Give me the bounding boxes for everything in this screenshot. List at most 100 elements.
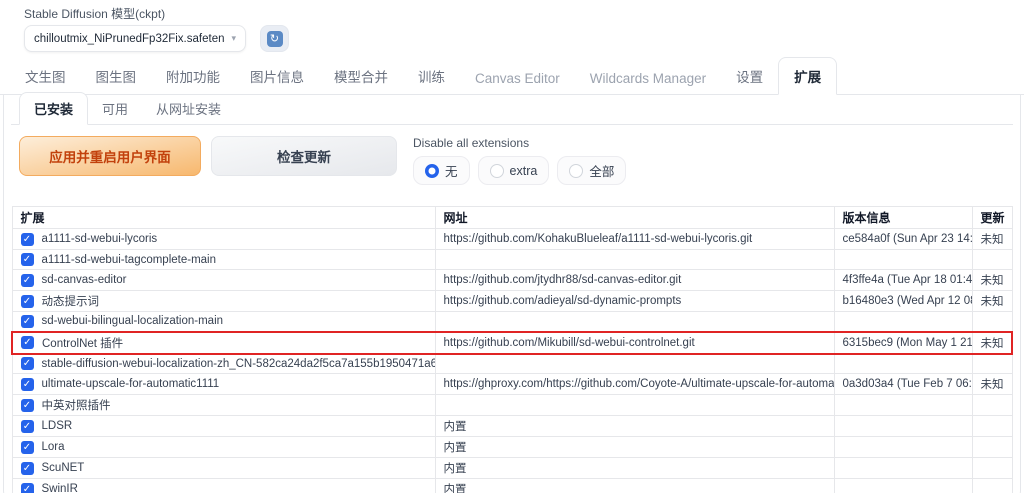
table-row: ✓ stable-diffusion-webui-localization-zh… bbox=[11, 353, 1013, 374]
check-updates-button[interactable]: 检查更新 bbox=[211, 136, 397, 176]
extension-url: https://github.com/jtydhr88/sd-canvas-ed… bbox=[434, 269, 835, 291]
extension-update-status bbox=[971, 394, 1013, 416]
extension-version bbox=[833, 353, 973, 374]
radio-circle-icon bbox=[569, 163, 584, 178]
extension-url bbox=[434, 353, 835, 374]
extension-name: sd-webui-bilingual-localization-main bbox=[41, 315, 224, 328]
tab-wildcards-manager[interactable]: Wildcards Manager bbox=[575, 63, 721, 94]
extension-url: 内置 bbox=[434, 478, 835, 493]
extension-url bbox=[434, 394, 835, 416]
extension-update-status: 未知 bbox=[971, 228, 1013, 250]
radio-option-label: extra bbox=[509, 163, 538, 178]
extension-enabled-checkbox[interactable]: ✓ bbox=[20, 253, 34, 266]
extension-enabled-checkbox[interactable]: ✓ bbox=[20, 398, 34, 412]
column-header: 版本信息 bbox=[833, 206, 973, 229]
tab-txt2img[interactable]: 文生图 bbox=[10, 58, 81, 94]
extension-url bbox=[434, 311, 835, 332]
subtab-install-from-url[interactable]: 从网址安装 bbox=[142, 93, 235, 124]
main-tab-bar: 文生图 图生图 附加功能 图片信息 模型合并 训练 Canvas Editor Wildcar… bbox=[0, 57, 1024, 95]
extension-enabled-checkbox[interactable]: ✓ bbox=[20, 377, 34, 391]
radio-option-label: 全部 bbox=[589, 165, 615, 179]
extension-update-status bbox=[971, 457, 1013, 479]
extension-enabled-checkbox[interactable]: ✓ bbox=[20, 440, 34, 454]
controls-row: 应用并重启用户界面 检查更新 Disable all extensions 无 e… bbox=[11, 125, 1013, 191]
refresh-icon: ↻ bbox=[266, 30, 283, 47]
apply-restart-button[interactable]: 应用并重启用户界面 bbox=[19, 136, 201, 176]
extension-name: 动态提示词 bbox=[41, 296, 100, 308]
extension-name: sd-canvas-editor bbox=[41, 274, 127, 286]
extension-update-status bbox=[971, 478, 1013, 493]
subtab-installed[interactable]: 已安装 bbox=[19, 92, 89, 125]
table-row: ✓ LDSR 内置 bbox=[11, 415, 1013, 437]
extension-version bbox=[833, 457, 973, 479]
subtab-available[interactable]: 可用 bbox=[88, 93, 142, 124]
extension-name: 中英对照插件 bbox=[41, 400, 111, 412]
extension-url: https://ghproxy.com/https://github.com/C… bbox=[434, 373, 835, 395]
extension-enabled-checkbox[interactable]: ✓ bbox=[20, 357, 34, 371]
extension-version: 0a3d03a4 (Tue Feb 7 06:07:23 2023) bbox=[833, 373, 973, 395]
tab-checkpoint-merger[interactable]: 模型合并 bbox=[319, 58, 403, 94]
extension-name: ScuNET bbox=[41, 462, 85, 474]
table-row: ✓ a1111-sd-webui-tagcomplete-main bbox=[11, 249, 1013, 270]
model-dropdown[interactable]: chilloutmix_NiPrunedFp32Fix.safetensors … bbox=[24, 25, 246, 52]
extension-url: https://github.com/Mikubill/sd-webui-con… bbox=[434, 330, 835, 355]
radio-option-all[interactable]: 全部 bbox=[557, 156, 627, 185]
extension-update-status bbox=[971, 436, 1013, 458]
extensions-table: 扩展 网址 版本信息 更新 ✓ a1111-sd-webui-lycoris http… bbox=[11, 206, 1013, 493]
extension-version: ce584a0f (Sun Apr 23 14:50:56 2023) bbox=[833, 228, 973, 250]
refresh-model-button[interactable]: ↻ bbox=[260, 25, 289, 52]
extension-name: ControlNet 插件 bbox=[42, 337, 124, 350]
extension-version bbox=[833, 311, 973, 332]
extension-enabled-checkbox[interactable]: ✓ bbox=[20, 232, 34, 246]
extension-version: b16480e3 (Wed Apr 12 08:30:59 2023) bbox=[833, 290, 973, 312]
extension-enabled-checkbox[interactable]: ✓ bbox=[20, 419, 34, 433]
radio-option-extra[interactable]: extra bbox=[477, 156, 550, 185]
extension-name: stable-diffusion-webui-localization-zh_C… bbox=[41, 357, 435, 370]
extension-enabled-checkbox[interactable]: ✓ bbox=[20, 314, 34, 328]
extension-enabled-checkbox[interactable]: ✓ bbox=[20, 294, 34, 308]
tab-img2img[interactable]: 图生图 bbox=[81, 58, 152, 94]
extension-name: ultimate-upscale-for-automatic1111 bbox=[41, 378, 220, 390]
radio-option-label: 无 bbox=[445, 165, 458, 179]
chevron-down-icon: ▾ bbox=[231, 33, 236, 43]
extensions-panel: 已安装 可用 从网址安装 应用并重启用户界面 检查更新 Disable all ex… bbox=[3, 92, 1021, 493]
extension-update-status: 未知 bbox=[971, 373, 1013, 395]
extensions-table-wrap: 扩展 网址 版本信息 更新 ✓ a1111-sd-webui-lycoris http… bbox=[11, 206, 1013, 493]
extensions-table-body: ✓ a1111-sd-webui-lycoris https://github.… bbox=[11, 228, 1013, 493]
table-row: ✓ 动态提示词 https://github.com/adieyal/sd-dy… bbox=[11, 290, 1013, 312]
tab-extensions[interactable]: 扩展 bbox=[778, 57, 838, 95]
sub-tab-bar: 已安装 可用 从网址安装 bbox=[11, 92, 1013, 125]
extension-url: https://github.com/adieyal/sd-dynamic-pr… bbox=[434, 290, 835, 312]
table-row: ✓ Lora 内置 bbox=[11, 436, 1013, 458]
tab-train[interactable]: 训练 bbox=[403, 58, 460, 94]
extension-update-status bbox=[971, 311, 1013, 332]
column-header: 扩展 bbox=[11, 206, 436, 229]
extension-version bbox=[833, 415, 973, 437]
model-dropdown-value: chilloutmix_NiPrunedFp32Fix.safetensors … bbox=[34, 32, 226, 45]
extension-enabled-checkbox[interactable]: ✓ bbox=[20, 461, 34, 475]
extension-url: 内置 bbox=[434, 436, 835, 458]
tab-settings[interactable]: 设置 bbox=[721, 58, 778, 94]
disable-all-extensions-label: Disable all extensions bbox=[413, 136, 530, 150]
extension-enabled-checkbox[interactable]: ✓ bbox=[20, 273, 34, 287]
extension-update-status bbox=[971, 415, 1013, 437]
extension-name: Lora bbox=[41, 441, 65, 453]
disable-all-radio-group: 无 extra 全部 bbox=[413, 156, 627, 185]
radio-circle-icon bbox=[489, 163, 504, 178]
radio-option-none[interactable]: 无 bbox=[413, 156, 470, 185]
extension-url: 内置 bbox=[434, 415, 835, 437]
tab-png-info[interactable]: 图片信息 bbox=[235, 58, 319, 94]
extension-enabled-checkbox[interactable]: ✓ bbox=[20, 482, 34, 493]
table-row: ✓ ultimate-upscale-for-automatic1111 htt… bbox=[11, 373, 1013, 395]
extension-update-status bbox=[971, 249, 1013, 270]
tab-canvas-editor[interactable]: Canvas Editor bbox=[460, 63, 575, 94]
extension-url: https://github.com/KohakuBlueleaf/a1111-… bbox=[434, 228, 835, 250]
tab-extras[interactable]: 附加功能 bbox=[151, 58, 235, 94]
extension-update-status: 未知 bbox=[971, 330, 1013, 355]
extension-name: LDSR bbox=[41, 420, 73, 432]
column-header: 网址 bbox=[434, 206, 835, 229]
extension-version bbox=[833, 436, 973, 458]
table-row: ✓ ScuNET 内置 bbox=[11, 457, 1013, 479]
extension-update-status bbox=[971, 353, 1013, 374]
extension-enabled-checkbox[interactable]: ✓ bbox=[21, 336, 34, 349]
